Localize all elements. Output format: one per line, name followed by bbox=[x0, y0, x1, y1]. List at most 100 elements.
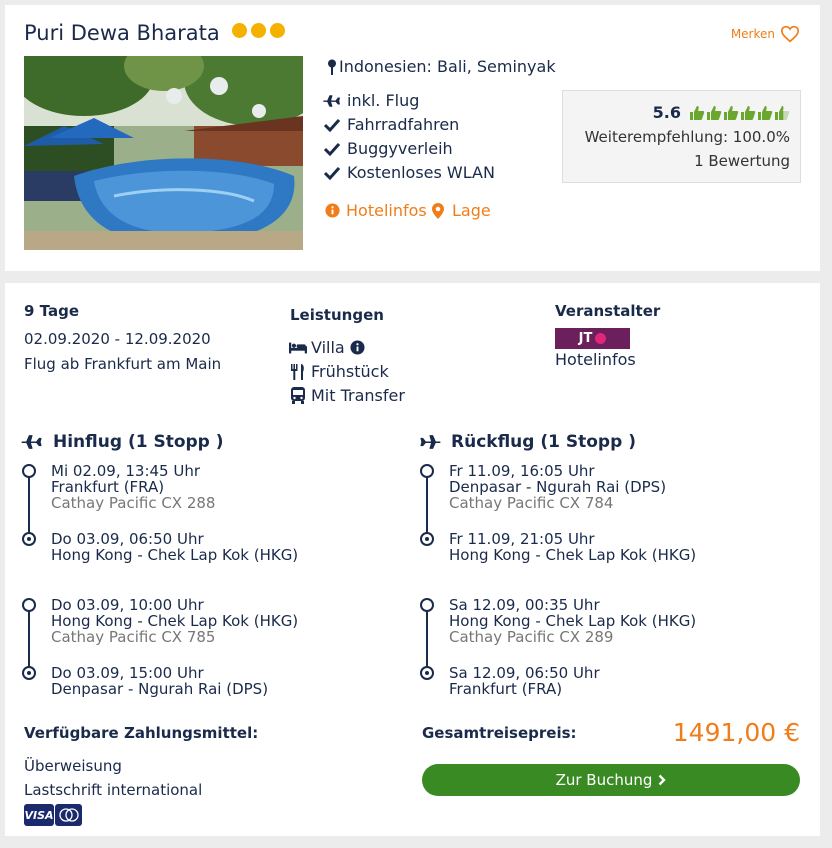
star-icon bbox=[270, 23, 286, 38]
operator-logo: JT bbox=[555, 328, 630, 349]
rating-box: 5.6 Weiterempfehlung: 100.0% 1 Bewertung bbox=[562, 90, 801, 183]
flight-leg: Fr 11.09, 16:05 Uhr Denpasar - Ngurah Ra… bbox=[449, 463, 666, 511]
bus-icon bbox=[289, 387, 307, 405]
service-item: Frühstück bbox=[289, 362, 389, 381]
feature-item: Kostenloses WLAN bbox=[323, 163, 495, 182]
timeline-line bbox=[28, 473, 30, 538]
flight-arrival: Sa 12.09, 06:50 Uhr Frankfurt (FRA) bbox=[449, 665, 600, 697]
arrival-airport: Frankfurt (FRA) bbox=[449, 680, 563, 698]
departure-time: Sa 12.09, 00:35 Uhr bbox=[449, 596, 600, 614]
thumbs-up-icon bbox=[690, 105, 705, 120]
flight-arrival: Do 03.09, 06:50 Uhr Hong Kong - Chek Lap… bbox=[51, 531, 298, 563]
timeline-line bbox=[28, 607, 30, 672]
hotel-photo[interactable] bbox=[24, 56, 303, 250]
services-title: Leistungen bbox=[290, 306, 384, 324]
feature-label: Kostenloses WLAN bbox=[347, 163, 495, 182]
arrival-time: Sa 12.09, 06:50 Uhr bbox=[449, 664, 600, 682]
payment-method: Überweisung bbox=[24, 757, 122, 775]
recommendation-rate: Weiterempfehlung: 100.0% bbox=[584, 128, 790, 146]
service-item: Villa bbox=[289, 338, 367, 357]
feature-item: inkl. Flug bbox=[323, 91, 419, 110]
trip-dates: 02.09.2020 - 12.09.2020 bbox=[24, 330, 211, 348]
info-icon bbox=[323, 202, 341, 220]
flight-carrier: Cathay Pacific CX 785 bbox=[51, 628, 216, 646]
outbound-title: Hinflug (1 Stopp ) bbox=[53, 432, 224, 452]
arrival-dot bbox=[22, 532, 36, 546]
heart-icon bbox=[780, 25, 800, 43]
hotelinfos-link[interactable]: Hotelinfos bbox=[323, 201, 427, 220]
arrival-time: Fr 11.09, 21:05 Uhr bbox=[449, 530, 595, 548]
thumbs-up-icon bbox=[707, 105, 722, 120]
departure-time: Do 03.09, 10:00 Uhr bbox=[51, 596, 204, 614]
hotel-location: Indonesien: Bali, Seminyak bbox=[323, 57, 556, 76]
feature-label: Fahrradfahren bbox=[347, 115, 460, 134]
arrival-time: Do 03.09, 15:00 Uhr bbox=[51, 664, 204, 682]
lage-link-label[interactable]: Lage bbox=[452, 201, 491, 220]
service-label: Mit Transfer bbox=[311, 386, 405, 405]
flight-leg: Do 03.09, 10:00 Uhr Hong Kong - Chek Lap… bbox=[51, 597, 298, 645]
review-count[interactable]: 1 Bewertung bbox=[694, 152, 790, 170]
bed-icon bbox=[289, 339, 307, 357]
hotelinfos-link-label[interactable]: Hotelinfos bbox=[346, 201, 427, 220]
timeline-line bbox=[426, 473, 428, 538]
total-price: 1491,00 € bbox=[672, 718, 800, 747]
feature-item: Buggyverleih bbox=[323, 139, 453, 158]
hotel-name[interactable]: Puri Dewa Bharata bbox=[24, 21, 286, 45]
cutlery-icon bbox=[289, 363, 307, 381]
flight-leg: Mi 02.09, 13:45 Uhr Frankfurt (FRA) Cath… bbox=[51, 463, 215, 511]
departure-airport: Frankfurt (FRA) bbox=[51, 478, 165, 496]
arrival-dot bbox=[22, 666, 36, 680]
star-icon bbox=[232, 23, 248, 38]
price-label: Gesamtreisepreis: bbox=[422, 724, 577, 742]
service-label: Frühstück bbox=[311, 362, 389, 381]
timeline-line bbox=[426, 607, 428, 672]
plane-icon bbox=[420, 435, 441, 449]
hotel-star-rating bbox=[232, 23, 286, 38]
check-icon bbox=[323, 140, 341, 158]
operator-hotelinfos-link[interactable]: Hotelinfos bbox=[555, 350, 636, 369]
service-label: Villa bbox=[311, 338, 345, 357]
flight-carrier: Cathay Pacific CX 288 bbox=[51, 494, 216, 512]
visa-logo: VISA bbox=[24, 804, 54, 826]
arrival-airport: Hong Kong - Chek Lap Kok (HKG) bbox=[449, 546, 697, 564]
plane-icon bbox=[323, 92, 341, 110]
feature-label: Buggyverleih bbox=[347, 139, 453, 158]
mastercard-logo bbox=[55, 804, 82, 826]
departure-airport: Denpasar - Ngurah Rai (DPS) bbox=[449, 478, 667, 496]
departure-airport: Hong Kong - Chek Lap Kok (HKG) bbox=[449, 612, 697, 630]
arrival-airport: Denpasar - Ngurah Rai (DPS) bbox=[51, 680, 269, 698]
departure-airport: Hong Kong - Chek Lap Kok (HKG) bbox=[51, 612, 299, 630]
arrival-time: Do 03.09, 06:50 Uhr bbox=[51, 530, 204, 548]
location-marker-icon bbox=[429, 202, 447, 220]
thumbs-up-icon bbox=[758, 105, 773, 120]
service-item: Mit Transfer bbox=[289, 386, 405, 405]
thumbs-rating bbox=[689, 105, 790, 121]
merken-button[interactable]: Merken bbox=[731, 25, 800, 43]
departure-time: Fr 11.09, 16:05 Uhr bbox=[449, 462, 595, 480]
departure-time: Mi 02.09, 13:45 Uhr bbox=[51, 462, 201, 480]
offer-card: 9 Tage 02.09.2020 - 12.09.2020 Flug ab F… bbox=[5, 283, 820, 836]
departure-city: Flug ab Frankfurt am Main bbox=[24, 355, 222, 373]
check-icon bbox=[323, 116, 341, 134]
departure-dot bbox=[22, 598, 36, 612]
flight-arrival: Fr 11.09, 21:05 Uhr Hong Kong - Chek Lap… bbox=[449, 531, 696, 563]
mastercard-circles-icon bbox=[58, 808, 79, 822]
flight-arrival: Do 03.09, 15:00 Uhr Denpasar - Ngurah Ra… bbox=[51, 665, 268, 697]
arrival-dot bbox=[420, 666, 434, 680]
book-button-label: Zur Buchung bbox=[555, 771, 653, 789]
rating-score: 5.6 bbox=[653, 103, 790, 122]
arrival-airport: Hong Kong - Chek Lap Kok (HKG) bbox=[51, 546, 299, 564]
flower-icon bbox=[595, 333, 607, 344]
star-icon bbox=[251, 23, 267, 38]
info-icon[interactable] bbox=[349, 339, 367, 357]
book-button[interactable]: Zur Buchung bbox=[422, 764, 800, 796]
departure-dot bbox=[420, 598, 434, 612]
thumbs-up-icon bbox=[775, 105, 790, 120]
feature-label: inkl. Flug bbox=[347, 91, 420, 110]
arrival-dot bbox=[420, 532, 434, 546]
hotel-name-text[interactable]: Puri Dewa Bharata bbox=[24, 21, 220, 45]
departure-dot bbox=[22, 464, 36, 478]
lage-link[interactable]: Lage bbox=[429, 201, 491, 220]
rating-score-value: 5.6 bbox=[652, 103, 681, 122]
visa-logo-text: VISA bbox=[24, 808, 54, 822]
